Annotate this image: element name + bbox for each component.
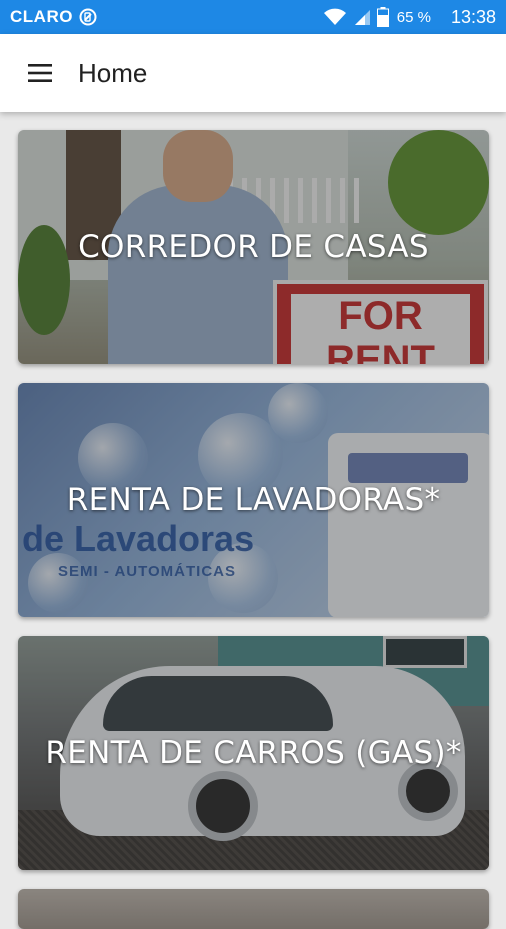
carrier-name: CLARO [10,7,73,26]
page-title: Home [78,57,148,88]
signal-icon [353,8,371,26]
clock: 13:38 [450,6,496,27]
no-sim-circle-icon [79,8,97,26]
card-corredor-de-casas[interactable]: FOR RENT CORREDOR DE CASAS [18,130,489,364]
card-renta-de-lavadoras[interactable]: de Lavadoras SEMI - AUTOMÁTICAS RENTA DE… [18,383,489,617]
card-label [18,889,489,929]
card-renta-de-carros[interactable]: RENTA DE CARROS (GAS)* [18,636,489,870]
hamburger-menu-icon[interactable] [12,45,68,101]
card-label: CORREDOR DE CASAS [78,229,429,265]
card-label: RENTA DE CARROS (GAS)* [45,735,462,771]
battery-icon [376,7,389,27]
status-bar: CLARO 65 % 13:38 [0,0,506,34]
card-partial[interactable] [18,889,489,929]
wifi-icon [323,8,347,26]
status-bar-left: CLARO [10,7,97,27]
card-label: RENTA DE LAVADORAS* [66,482,441,518]
app-bar: Home [0,34,506,112]
status-bar-right: 65 % 13:38 [323,7,496,28]
battery-percent: 65 % [396,8,431,26]
